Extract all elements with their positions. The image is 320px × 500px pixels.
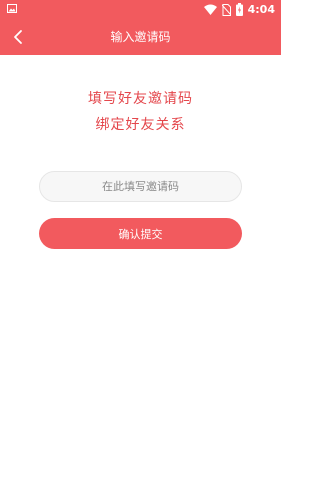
confirm-submit-button[interactable]: 确认提交 — [39, 218, 242, 249]
battery-icon — [235, 3, 243, 16]
page-title: 输入邀请码 — [110, 30, 171, 44]
status-bar: 4:04 — [0, 0, 281, 19]
prompt-line-1: 填写好友邀请码 — [88, 91, 193, 107]
wifi-icon — [203, 4, 217, 15]
image-notification-icon — [7, 4, 17, 13]
invite-code-input[interactable] — [39, 171, 242, 202]
prompt-line-2: 绑定好友关系 — [95, 117, 186, 133]
app-header: 输入邀请码 — [0, 19, 281, 55]
no-sim-icon — [221, 3, 231, 16]
status-time: 4:04 — [247, 3, 275, 16]
status-icons: 4:04 — [203, 2, 275, 17]
